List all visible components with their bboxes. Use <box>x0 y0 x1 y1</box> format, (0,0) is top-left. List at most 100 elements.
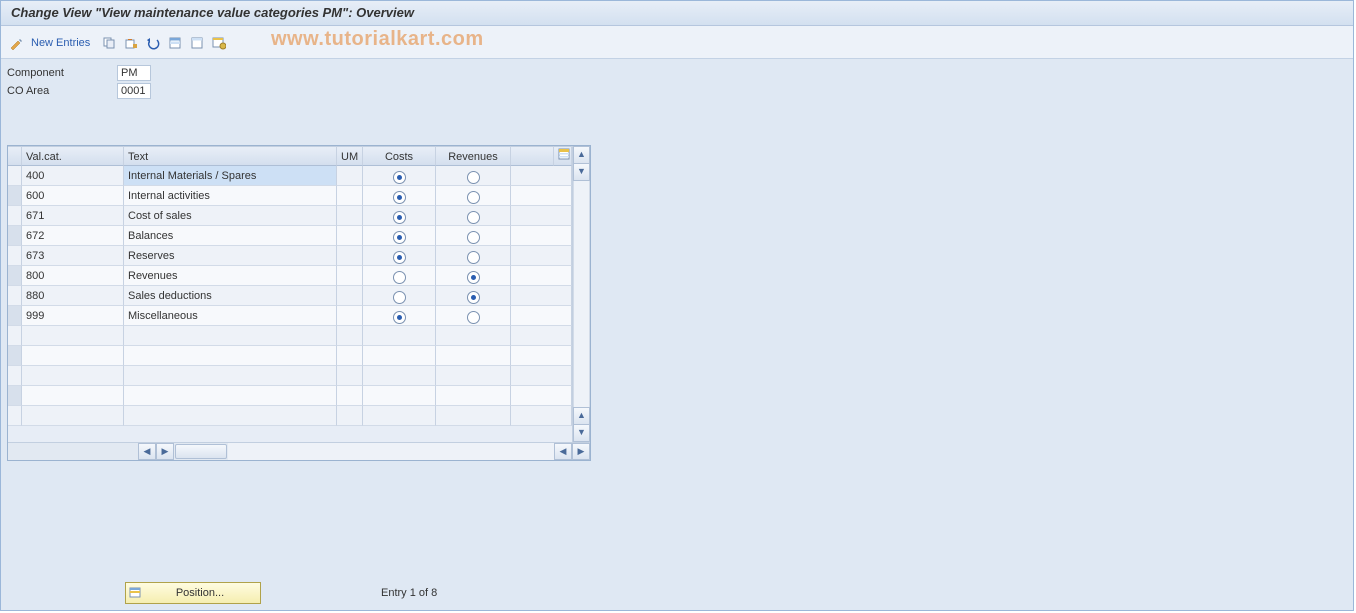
text-cell[interactable] <box>124 406 337 426</box>
um-cell[interactable] <box>337 206 363 226</box>
text-cell[interactable]: Revenues <box>124 266 337 286</box>
scroll-up-icon[interactable]: ▲ <box>573 146 590 164</box>
costs-radio[interactable] <box>363 406 436 426</box>
text-cell[interactable]: Miscellaneous <box>124 306 337 326</box>
costs-radio[interactable] <box>363 346 436 366</box>
valcat-cell[interactable]: 672 <box>22 226 124 246</box>
table-row[interactable]: 671Cost of sales <box>8 206 572 226</box>
table-row[interactable]: 800Revenues <box>8 266 572 286</box>
valcat-cell[interactable]: 999 <box>22 306 124 326</box>
revenues-radio[interactable] <box>436 166 511 186</box>
valcat-cell[interactable]: 600 <box>22 186 124 206</box>
valcat-cell[interactable] <box>22 326 124 346</box>
valcat-cell[interactable]: 800 <box>22 266 124 286</box>
revenues-radio[interactable] <box>436 326 511 346</box>
column-revenues[interactable]: Revenues <box>436 146 511 166</box>
costs-radio[interactable] <box>363 186 436 206</box>
um-cell[interactable] <box>337 286 363 306</box>
um-cell[interactable] <box>337 386 363 406</box>
table-config-icon[interactable] <box>554 146 572 166</box>
position-button[interactable]: Position... <box>125 582 261 604</box>
column-valcat[interactable]: Val.cat. <box>22 146 124 166</box>
row-selector[interactable] <box>8 246 22 266</box>
text-cell[interactable]: Sales deductions <box>124 286 337 306</box>
scroll-right2-icon[interactable]: ▶ <box>572 443 590 460</box>
um-cell[interactable] <box>337 166 363 186</box>
new-entries-button[interactable]: New Entries <box>31 37 90 49</box>
text-cell[interactable] <box>124 326 337 346</box>
revenues-radio[interactable] <box>436 366 511 386</box>
scroll-left-icon[interactable]: ◀ <box>138 443 156 460</box>
valcat-cell[interactable]: 880 <box>22 286 124 306</box>
row-selector[interactable] <box>8 226 22 246</box>
text-cell[interactable] <box>124 386 337 406</box>
row-selector[interactable] <box>8 306 22 326</box>
um-cell[interactable] <box>337 246 363 266</box>
revenues-radio[interactable] <box>436 246 511 266</box>
row-selector[interactable] <box>8 206 22 226</box>
copy-icon[interactable] <box>100 34 118 52</box>
revenues-radio[interactable] <box>436 286 511 306</box>
text-cell[interactable]: Internal Materials / Spares <box>124 166 337 186</box>
table-row[interactable]: 400Internal Materials / Spares <box>8 166 572 186</box>
um-cell[interactable] <box>337 186 363 206</box>
row-selector[interactable] <box>8 406 22 426</box>
revenues-radio[interactable] <box>436 226 511 246</box>
text-cell[interactable]: Internal activities <box>124 186 337 206</box>
text-cell[interactable]: Balances <box>124 226 337 246</box>
table-row-empty[interactable] <box>8 326 572 346</box>
row-selector[interactable] <box>8 186 22 206</box>
table-row[interactable]: 999Miscellaneous <box>8 306 572 326</box>
table-row[interactable]: 880Sales deductions <box>8 286 572 306</box>
table-settings-icon[interactable] <box>210 34 228 52</box>
deselect-all-icon[interactable] <box>188 34 206 52</box>
table-row-empty[interactable] <box>8 406 572 426</box>
valcat-cell[interactable]: 673 <box>22 246 124 266</box>
revenues-radio[interactable] <box>436 406 511 426</box>
valcat-cell[interactable] <box>22 386 124 406</box>
scroll-left2-icon[interactable]: ◀ <box>554 443 572 460</box>
revenues-radio[interactable] <box>436 206 511 226</box>
table-row-empty[interactable] <box>8 366 572 386</box>
um-cell[interactable] <box>337 406 363 426</box>
row-selector[interactable] <box>8 386 22 406</box>
valcat-cell[interactable] <box>22 366 124 386</box>
costs-radio[interactable] <box>363 366 436 386</box>
text-cell[interactable] <box>124 366 337 386</box>
costs-radio[interactable] <box>363 326 436 346</box>
revenues-radio[interactable] <box>436 346 511 366</box>
scroll-thumb[interactable] <box>175 444 227 459</box>
valcat-cell[interactable] <box>22 346 124 366</box>
valcat-cell[interactable] <box>22 406 124 426</box>
scroll-up2-icon[interactable]: ▲ <box>573 407 590 425</box>
row-selector[interactable] <box>8 326 22 346</box>
costs-radio[interactable] <box>363 226 436 246</box>
valcat-cell[interactable]: 671 <box>22 206 124 226</box>
costs-radio[interactable] <box>363 206 436 226</box>
costs-radio[interactable] <box>363 306 436 326</box>
toggle-display-icon[interactable] <box>7 34 25 52</box>
text-cell[interactable]: Cost of sales <box>124 206 337 226</box>
row-selector[interactable] <box>8 366 22 386</box>
scroll-track[interactable] <box>573 181 590 407</box>
text-cell[interactable] <box>124 346 337 366</box>
um-cell[interactable] <box>337 306 363 326</box>
scroll-down-icon[interactable]: ▼ <box>573 164 590 181</box>
revenues-radio[interactable] <box>436 386 511 406</box>
table-row[interactable]: 600Internal activities <box>8 186 572 206</box>
row-select-header[interactable] <box>8 146 22 166</box>
um-cell[interactable] <box>337 226 363 246</box>
table-row-empty[interactable] <box>8 386 572 406</box>
undo-icon[interactable] <box>144 34 162 52</box>
um-cell[interactable] <box>337 326 363 346</box>
costs-radio[interactable] <box>363 286 436 306</box>
text-cell[interactable]: Reserves <box>124 246 337 266</box>
costs-radio[interactable] <box>363 386 436 406</box>
row-selector[interactable] <box>8 266 22 286</box>
costs-radio[interactable] <box>363 246 436 266</box>
revenues-radio[interactable] <box>436 186 511 206</box>
um-cell[interactable] <box>337 346 363 366</box>
column-text[interactable]: Text <box>124 146 337 166</box>
horizontal-scrollbar[interactable]: ◀ ▶ ◀ ▶ <box>8 442 590 460</box>
column-costs[interactable]: Costs <box>363 146 436 166</box>
